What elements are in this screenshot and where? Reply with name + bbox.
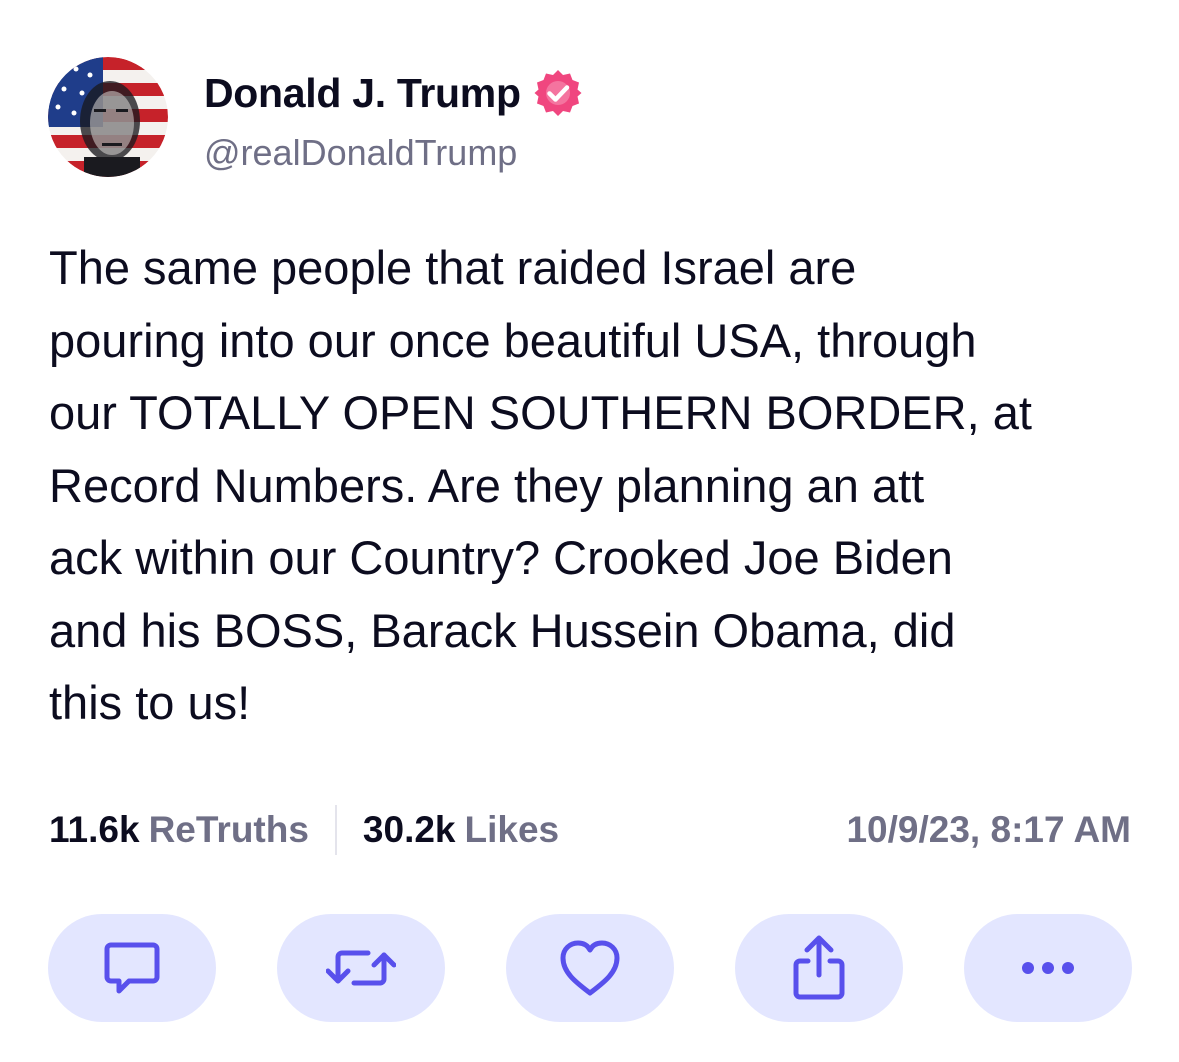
post-line: Record Numbers. Are they planning an att xyxy=(49,458,925,512)
share-icon xyxy=(793,935,845,1000)
share-button[interactable] xyxy=(735,914,903,1022)
post-timestamp: 10/9/23, 8:17 AM xyxy=(846,809,1131,850)
post-line: ack within our Country? Crooked Joe Bide… xyxy=(49,531,953,584)
stats-divider xyxy=(334,805,337,855)
speech-bubble-icon xyxy=(104,942,160,994)
retruths-label: ReTruths xyxy=(148,809,309,850)
ellipsis-icon xyxy=(1022,962,1074,974)
retruths-count: 11.6k xyxy=(49,809,140,850)
post-line: our TOTALLY OPEN SOUTHERN BORDER, at xyxy=(49,386,1032,439)
avatar[interactable] xyxy=(48,57,168,177)
reply-button[interactable] xyxy=(48,914,216,1022)
verified-badge-icon xyxy=(534,70,582,116)
heart-icon xyxy=(560,940,620,996)
action-bar xyxy=(48,914,1132,1022)
post-line: this to us! xyxy=(49,676,251,729)
post-line: pouring into our once beautiful USA, thr… xyxy=(49,313,977,367)
author-name-row: Donald J. Trump xyxy=(204,68,583,118)
post-body: The same people that raided Israel are p… xyxy=(49,232,1149,740)
likes-count: 30.2k xyxy=(362,809,456,850)
post-line: and his BOSS, Barack Hussein Obama, did xyxy=(49,603,956,657)
repost-arrows-icon xyxy=(326,950,396,986)
retruth-button[interactable] xyxy=(277,914,445,1022)
post-stats: 11.6k ReTruths 30.2k Likes 10/9/23, 8:17… xyxy=(49,803,1131,857)
avatar-flag-portrait-icon xyxy=(48,57,168,177)
retruths-stat[interactable]: 11.6k ReTruths xyxy=(49,809,309,851)
post-line: The same people that raided Israel are xyxy=(49,241,857,294)
likes-label: Likes xyxy=(464,809,560,850)
author-handle[interactable]: @realDonaldTrump xyxy=(204,132,517,174)
likes-stat[interactable]: 30.2k Likes xyxy=(363,809,559,851)
more-button[interactable] xyxy=(964,914,1132,1022)
author-display-name[interactable]: Donald J. Trump xyxy=(204,70,521,117)
like-button[interactable] xyxy=(506,914,674,1022)
